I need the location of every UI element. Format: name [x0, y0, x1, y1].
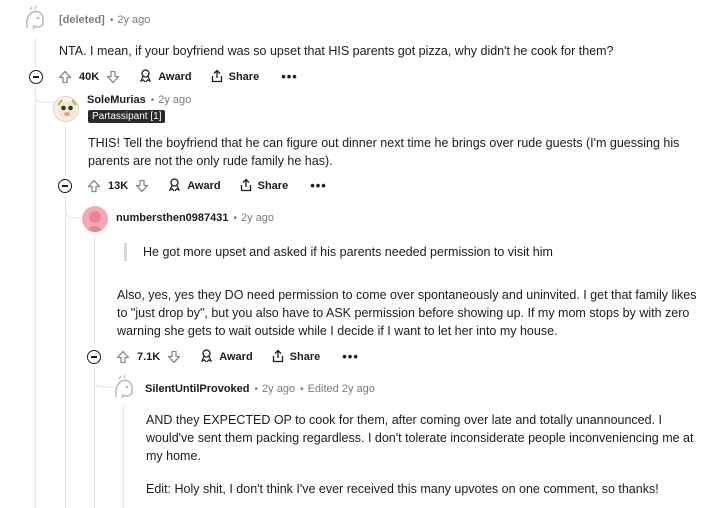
more-options-icon[interactable]: ••• [342, 350, 359, 363]
comment-body: Also, yes, yes they DO need permission t… [117, 288, 697, 338]
award-label: Award [219, 351, 253, 363]
edited-label: Edited 2y ago [307, 383, 375, 395]
more-options-icon[interactable]: ••• [281, 70, 298, 83]
share-label: Share [289, 351, 321, 363]
award-icon [167, 177, 182, 195]
comment-meta: SoleMurias • 2y ago [87, 94, 191, 106]
share-label: Share [257, 180, 289, 192]
comment-body: THIS! Tell the boyfriend that he can fig… [88, 136, 680, 168]
collapse-button[interactable] [58, 179, 72, 193]
avatar[interactable] [53, 96, 79, 122]
separator-dot: • [300, 383, 304, 395]
thread-line[interactable] [65, 126, 66, 176]
comment-time[interactable]: 2y ago [241, 212, 274, 224]
upvote-icon[interactable] [87, 179, 101, 193]
award-button[interactable]: Award [167, 177, 221, 195]
more-options-icon[interactable]: ••• [310, 179, 327, 192]
separator-dot: • [109, 14, 114, 26]
award-label: Award [187, 180, 221, 192]
comment-time[interactable]: 2y ago [262, 383, 295, 395]
downvote-icon[interactable] [135, 179, 149, 193]
vote-count: 7.1K [137, 351, 161, 363]
award-icon [138, 68, 153, 86]
upvote-icon[interactable] [116, 350, 130, 364]
award-label: Award [158, 71, 192, 83]
thread-line[interactable] [94, 236, 95, 346]
avatar[interactable] [82, 206, 108, 232]
share-icon [239, 178, 253, 195]
vote-count: 13K [108, 180, 129, 192]
separator-dot: • [150, 94, 155, 106]
comment-time[interactable]: 2y ago [158, 94, 191, 106]
comment-body: AND they EXPECTED OP to cook for them, a… [146, 413, 694, 463]
comment-edit-note: Edit: Holy shit, I don't think I've ever… [146, 482, 659, 496]
thread-line[interactable] [65, 196, 66, 508]
share-icon [271, 349, 285, 366]
upvote-icon[interactable] [58, 70, 72, 84]
award-button[interactable]: Award [199, 348, 253, 366]
comment-author[interactable]: numbersthen0987431 [116, 212, 229, 224]
comment-body: NTA. I mean, if your boyfriend was so up… [59, 44, 614, 58]
comment-meta: numbersthen0987431 • 2y ago [116, 212, 274, 224]
collapse-button[interactable] [87, 350, 101, 364]
thread-line[interactable] [123, 405, 124, 508]
comment-time[interactable]: 2y ago [117, 14, 150, 26]
comment-actions: 40K Award Share ••• [58, 67, 298, 87]
comment-author[interactable]: [deleted] [59, 14, 105, 26]
separator-dot: • [233, 212, 238, 224]
share-icon [210, 69, 224, 86]
comment-actions: 7.1K Award Share ••• [116, 347, 359, 367]
share-button[interactable]: Share [271, 349, 321, 366]
comment-meta: SilentUntilProvoked • 2y ago • Edited 2y… [145, 383, 375, 395]
downvote-icon[interactable] [167, 350, 181, 364]
collapse-button[interactable] [29, 70, 43, 84]
downvote-icon[interactable] [106, 70, 120, 84]
comment-meta: [deleted] • 2y ago [59, 14, 150, 26]
share-button[interactable]: Share [210, 69, 260, 86]
vote-count: 40K [79, 71, 100, 83]
thread-line[interactable] [35, 86, 36, 508]
thread-line[interactable] [35, 38, 36, 68]
avatar[interactable] [111, 375, 137, 401]
avatar[interactable] [22, 6, 48, 32]
separator-dot: • [254, 383, 259, 395]
user-flair: Partassipant [1] [88, 110, 166, 123]
share-button[interactable]: Share [239, 178, 289, 195]
comment-author[interactable]: SilentUntilProvoked [145, 383, 250, 395]
comment-author[interactable]: SoleMurias [87, 94, 146, 106]
comment-blockquote: He got more upset and asked if his paren… [124, 243, 684, 261]
comment-actions: 13K Award Share ••• [87, 176, 327, 196]
award-button[interactable]: Award [138, 68, 192, 86]
share-label: Share [228, 71, 260, 83]
award-icon [199, 348, 214, 366]
